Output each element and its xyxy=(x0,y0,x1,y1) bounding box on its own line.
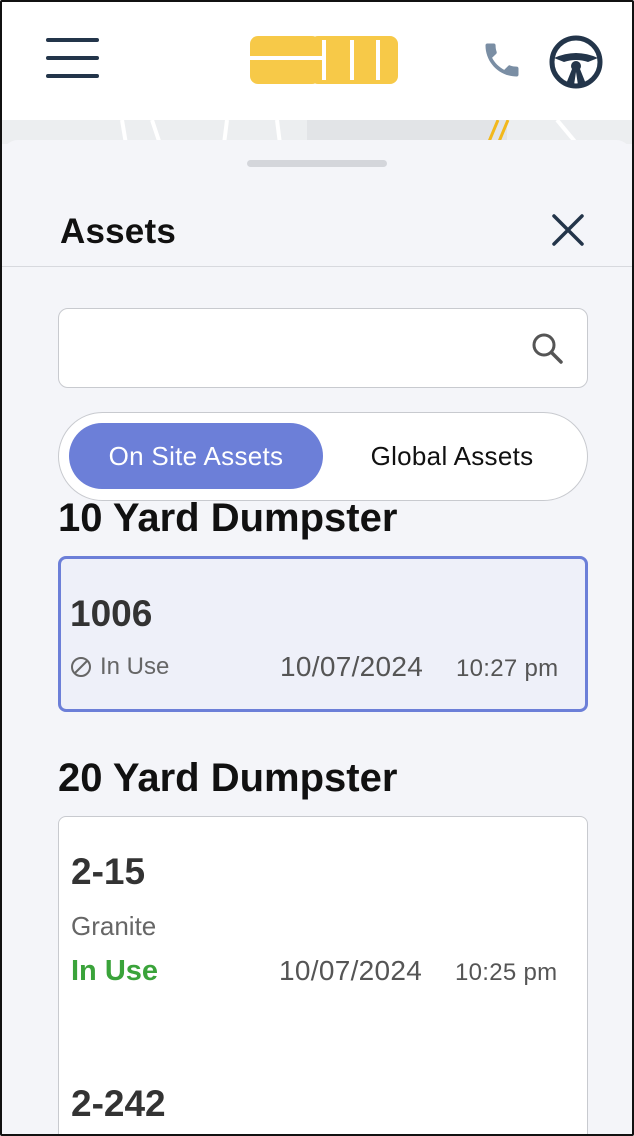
asset-date: 10/07/2024 xyxy=(279,955,423,986)
search-input[interactable] xyxy=(73,323,513,373)
hamburger-menu-icon[interactable] xyxy=(46,38,100,80)
asset-id[interactable]: 2-242 xyxy=(71,1083,166,1125)
asset-location: Granite xyxy=(71,911,157,941)
asset-card-list: 2-15 Granite In Use 10/07/2024 10:25 pm … xyxy=(58,816,588,1134)
ban-icon xyxy=(71,657,91,677)
search-field[interactable] xyxy=(58,308,588,388)
steering-wheel-icon[interactable] xyxy=(548,34,604,90)
group-title: 10 Yard Dumpster xyxy=(58,496,398,540)
sheet-title: Assets xyxy=(60,212,176,251)
asset-id[interactable]: 2-15 xyxy=(71,851,145,893)
phone-icon[interactable] xyxy=(480,38,524,82)
tab-global-assets[interactable]: Global Assets xyxy=(325,423,579,489)
assets-sheet: Assets On Site Assets Global Assets 10 Y… xyxy=(2,140,632,1134)
divider xyxy=(2,266,632,267)
drag-handle[interactable] xyxy=(247,160,387,167)
asset-time: 10:25 pm xyxy=(455,959,558,986)
close-icon[interactable] xyxy=(548,210,588,250)
app-header xyxy=(2,2,632,120)
asset-status-label: In Use xyxy=(100,653,170,680)
asset-time: 10:27 pm xyxy=(456,655,559,682)
asset-status: In Use xyxy=(70,653,169,681)
asset-status-label: In Use xyxy=(71,955,159,987)
company-logo[interactable] xyxy=(250,36,398,84)
app-frame: Assets On Site Assets Global Assets 10 Y… xyxy=(0,0,634,1136)
search-icon[interactable] xyxy=(530,331,564,365)
asset-scope-toggle: On Site Assets Global Assets xyxy=(58,412,588,501)
tab-on-site-assets[interactable]: On Site Assets xyxy=(69,423,323,489)
asset-card-1006[interactable]: 1006 In Use 10/07/2024 10:27 pm xyxy=(58,556,588,712)
group-title: 20 Yard Dumpster xyxy=(58,756,398,800)
asset-id: 1006 xyxy=(70,593,153,634)
asset-date: 10/07/2024 xyxy=(280,651,424,682)
